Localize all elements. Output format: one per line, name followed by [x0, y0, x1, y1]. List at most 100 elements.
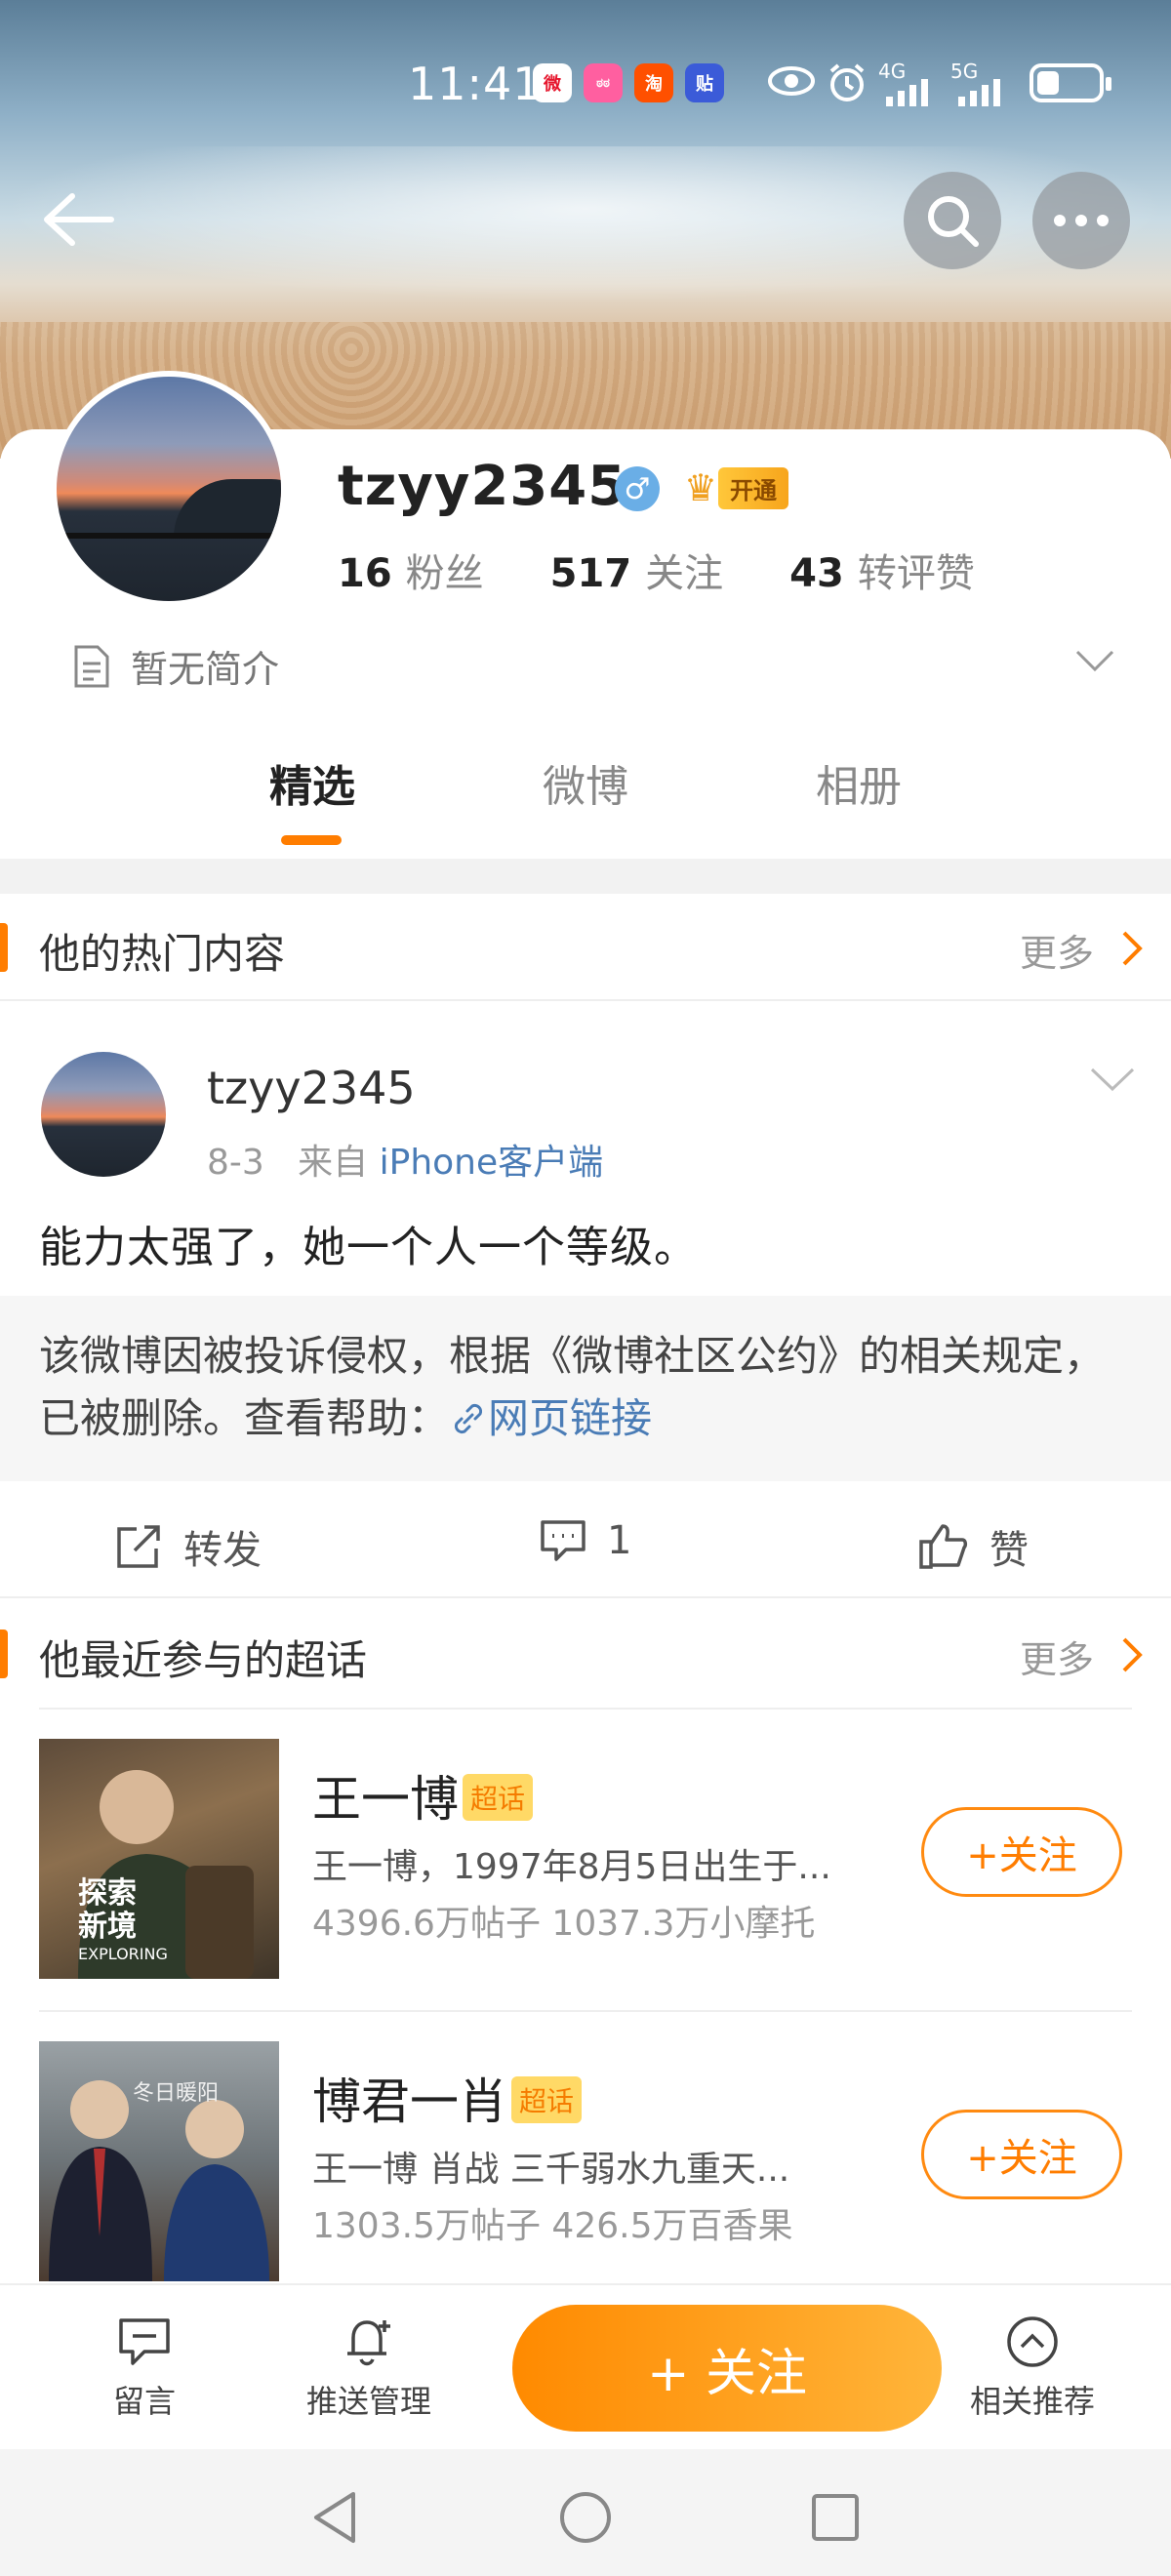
super-topic-tag: 超话	[511, 2075, 583, 2123]
stat-value: 43	[789, 551, 844, 596]
thumbs-up-icon	[919, 1524, 968, 1569]
repost-label: 转发	[183, 1528, 262, 1573]
topic-stats: 1303.5万帖子 426.5万百香果	[312, 2206, 793, 2246]
back-arrow-icon[interactable]	[39, 190, 117, 249]
cover-title-1: 探索	[78, 1876, 137, 1911]
topic-follow-button[interactable]: +关注	[921, 2110, 1122, 2199]
post-author-avatar[interactable]	[41, 1052, 166, 1177]
tab-weibo[interactable]: 微博	[543, 751, 628, 814]
topic-cover-image: 冬日暖阳	[39, 2041, 279, 2281]
notice-paragraph: 该微博因被投诉侵权，根据《微博社区公约》的相关规定，已被删除。查看帮助： 网页链接	[39, 1325, 1132, 1450]
push-settings-label: 推送管理	[306, 2383, 432, 2420]
post-date: 8-3	[207, 1143, 264, 1183]
tieba-app-icon: 贴	[685, 63, 724, 102]
alarm-icon	[829, 63, 865, 101]
comment-count: 1	[607, 1518, 632, 1563]
chevron-right-icon	[1122, 931, 1143, 966]
stat-label: 粉丝	[405, 551, 484, 596]
eye-icon	[768, 66, 815, 96]
nav-recents-square-icon[interactable]	[808, 2488, 863, 2547]
app-icon-pink: ಠಠ	[584, 63, 623, 102]
super-topic-item[interactable]: 探索 新境 EXPLORING 王一博 超话 王一博，1997年8月5日出生于..…	[0, 1710, 1171, 2012]
chevron-down-icon[interactable]	[1073, 648, 1116, 675]
message-icon	[119, 2318, 170, 2365]
taobao-app-icon: 淘	[634, 63, 673, 102]
profile-username: tzyy2345	[338, 455, 627, 518]
topic-name: 博君一肖 超话	[312, 2063, 583, 2133]
follow-user-button[interactable]: + 关注	[512, 2305, 942, 2432]
topic-cover-art: 探索 新境 EXPLORING	[78, 1770, 254, 1979]
topic-follow-button[interactable]: +关注	[921, 1807, 1122, 1897]
section-divider	[0, 859, 1171, 894]
profile-stats: 16 粉丝 517 关注 43 转评赞	[338, 542, 1041, 598]
nav-back-triangle-icon[interactable]	[308, 2488, 363, 2547]
section-title: 他最近参与的超话	[39, 1636, 368, 1684]
more-link[interactable]: 更多	[1020, 1630, 1094, 1683]
signal-icon-2	[958, 79, 1000, 106]
status-bar: 11:41 微 ಠಠ 淘 贴 4G 5G	[0, 54, 1171, 112]
bottom-action-bar: 留言 推送管理 + 关注 相关推荐	[0, 2283, 1171, 2449]
cover-title-2: 新境	[78, 1910, 137, 1944]
status-time: 11:41	[408, 58, 543, 110]
vip-open-badge[interactable]: ♛ 开通	[677, 466, 788, 509]
post-meta: 8-3 来自 iPhone客户端	[207, 1134, 603, 1185]
avatar-hill	[174, 479, 281, 538]
stat-label: 关注	[645, 551, 724, 596]
section-title: 他的热门内容	[39, 930, 286, 978]
like-button[interactable]: 赞	[917, 1518, 1029, 1575]
avatar[interactable]	[51, 371, 287, 607]
super-topic-tag: 超话	[463, 1773, 534, 1821]
chevron-up-circle-icon	[1007, 2316, 1058, 2367]
more-link[interactable]: 更多	[1020, 923, 1094, 977]
more-options-button[interactable]	[1032, 172, 1130, 269]
like-label: 赞	[989, 1528, 1029, 1573]
post-author-name[interactable]: tzyy2345	[207, 1062, 416, 1114]
post-source[interactable]: iPhone客户端	[380, 1143, 604, 1183]
section-accent-bar	[0, 1630, 8, 1678]
battery-icon	[1030, 63, 1111, 102]
section-accent-bar	[0, 923, 8, 972]
nav-home-circle-icon[interactable]	[556, 2488, 615, 2547]
message-button[interactable]: 留言	[113, 2314, 176, 2422]
notice-link[interactable]: 网页链接	[449, 1394, 652, 1442]
topic-stats: 4396.6万帖子 1037.3万小摩托	[312, 1904, 816, 1944]
system-navigation-bar	[0, 2449, 1171, 2576]
repost-icon	[117, 1525, 160, 1568]
post-text: 能力太强了，她一个人一个等级。	[39, 1223, 698, 1272]
tab-featured[interactable]: 精选	[269, 751, 355, 814]
super-topic-item[interactable]: 冬日暖阳 博君一肖 超话 王一博 肖战 三千弱水九重天... 1303.5万帖子 …	[0, 2012, 1171, 2314]
topic-description: 王一博，1997年8月5日出生于...	[312, 1847, 831, 1887]
topic-name-text: 王一博	[312, 1771, 459, 1828]
stat-value: 16	[338, 551, 392, 596]
search-button[interactable]	[904, 172, 1001, 269]
notice-link-text: 网页链接	[488, 1394, 653, 1442]
weibo-app-icon: 微	[533, 63, 572, 102]
cover-title-1: 冬日暖阳	[133, 2081, 219, 2106]
related-recommend-label: 相关推荐	[970, 2383, 1096, 2420]
stat-value: 517	[549, 551, 632, 596]
topic-description: 王一博 肖战 三千弱水九重天...	[312, 2150, 790, 2190]
topic-cover-image: 探索 新境 EXPLORING	[39, 1739, 279, 1979]
tab-active-indicator	[281, 835, 342, 845]
post-options-chevron-icon[interactable]	[1088, 1066, 1137, 1095]
post-deleted-notice: 该微博因被投诉侵权，根据《微博社区公约》的相关规定，已被删除。查看帮助： 网页链接	[0, 1296, 1171, 1481]
profile-tabs: 精选 微博 相册	[0, 751, 1171, 849]
hot-content-header[interactable]: 他的热门内容 更多	[0, 894, 1171, 1001]
comment-icon	[541, 1520, 586, 1561]
profile-bio: 暂无简介	[72, 639, 279, 693]
comment-button[interactable]: 1	[539, 1518, 631, 1563]
stat-following[interactable]: 517 关注	[550, 542, 724, 598]
post-actions: 转发 1 赞	[0, 1481, 1171, 1598]
avatar-rail	[57, 533, 281, 539]
stat-interactions[interactable]: 43 转评赞	[789, 542, 975, 598]
related-recommend-button[interactable]: 相关推荐	[970, 2314, 1095, 2422]
link-icon	[454, 1403, 483, 1434]
topic-name: 王一博 超话	[312, 1760, 534, 1831]
stat-followers[interactable]: 16 粉丝	[338, 542, 484, 598]
tab-album[interactable]: 相册	[816, 751, 902, 814]
push-settings-button[interactable]: 推送管理	[306, 2314, 431, 2422]
super-topics-header[interactable]: 他最近参与的超话 更多	[0, 1600, 1171, 1708]
message-label: 留言	[113, 2383, 177, 2420]
repost-button[interactable]: 转发	[115, 1518, 262, 1575]
chevron-right-icon	[1122, 1637, 1143, 1672]
